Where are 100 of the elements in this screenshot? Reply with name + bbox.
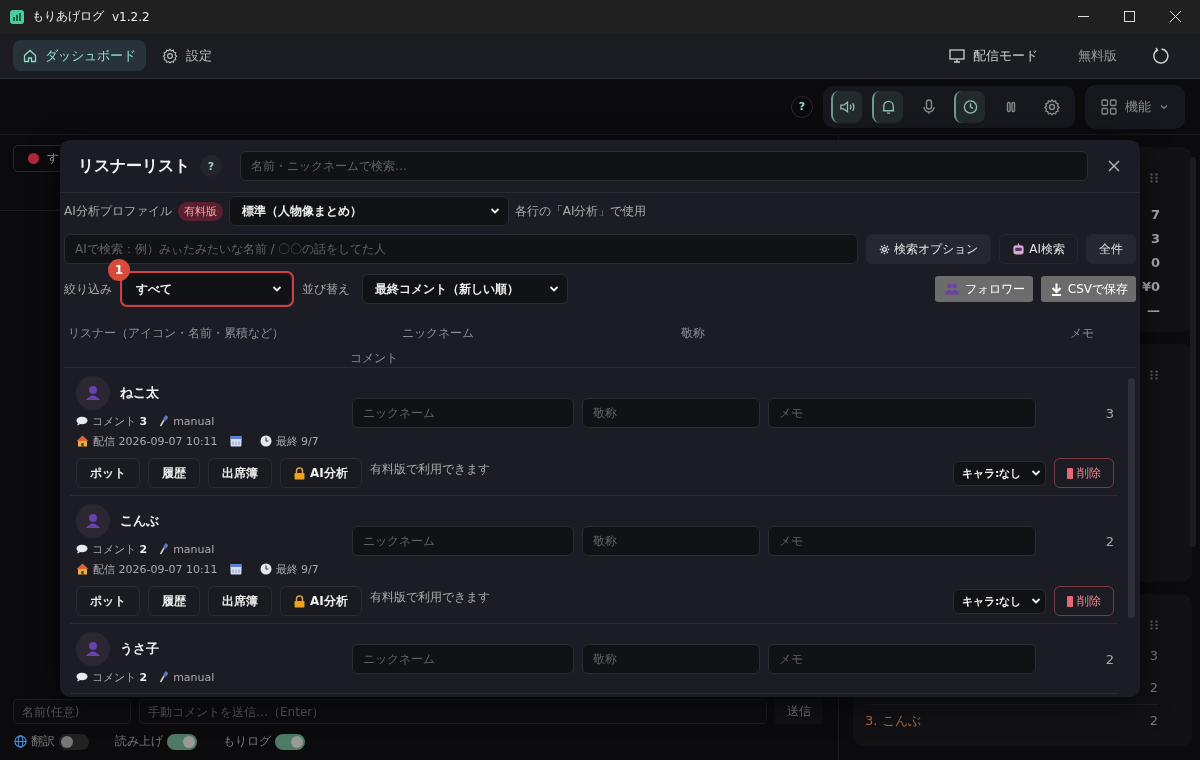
memo-field[interactable]: メモ: [768, 398, 1036, 428]
switch-label: 読み上げ: [115, 733, 163, 750]
trash-icon: [1067, 467, 1073, 479]
chevron-icon: [1031, 468, 1041, 478]
drag-handle-icon[interactable]: [1150, 370, 1158, 380]
toggle-switch[interactable]: [275, 733, 305, 750]
help-button[interactable]: ?: [200, 155, 222, 177]
profile-note: 各行の「AI分析」で使用: [514, 202, 647, 220]
refresh-icon[interactable]: [1151, 46, 1169, 65]
comment-count: コメント 2: [92, 541, 148, 557]
maximize-icon[interactable]: [1124, 11, 1135, 22]
nickname-field[interactable]: ニックネーム: [352, 526, 574, 556]
avatar: [76, 504, 110, 538]
app-logo-icon: [10, 9, 24, 24]
honorific-field[interactable]: 敬称: [582, 398, 760, 428]
plan-button[interactable]: 無料版: [1072, 45, 1123, 66]
last-comment-date: 最終 9/7: [275, 433, 319, 449]
speaker-toggle[interactable]: [831, 90, 862, 123]
stat-value: ¥0: [1141, 278, 1160, 296]
row-action-button[interactable]: 履歴: [148, 586, 200, 616]
stream-date: 配信 2026-09-07 10:11: [93, 561, 218, 577]
listener-name: うさ子: [120, 640, 159, 658]
speech-bubble-icon: [76, 672, 88, 682]
ranking-count: 3: [1149, 647, 1158, 665]
profile-label: AI分析プロファイル: [64, 202, 172, 220]
memo-field[interactable]: メモ: [768, 526, 1036, 556]
clock-icon: [259, 563, 272, 575]
speech-bubble-icon: [76, 416, 88, 426]
chevron-icon: [1031, 596, 1041, 606]
nav-tab[interactable]: 設定: [152, 40, 222, 71]
search-options-button[interactable]: 検索オプション: [866, 234, 992, 264]
speech-bubble-icon: [76, 544, 88, 554]
csv-save-button[interactable]: CSVで保存: [1040, 276, 1136, 302]
stat-value: 7: [1150, 206, 1160, 224]
row-action-button[interactable]: ポット: [76, 458, 140, 488]
bell-toggle[interactable]: [872, 90, 903, 123]
microphone-icon: [159, 415, 170, 427]
trash-icon: [1067, 595, 1073, 607]
comment-count: コメント 2: [92, 669, 148, 685]
settings-icon: [162, 47, 178, 64]
filter-select[interactable]: すべて: [123, 274, 291, 304]
paid-feature-note: 有料版で利用できます: [369, 461, 490, 478]
clock-toggle[interactable]: [954, 90, 985, 123]
nickname-field[interactable]: ニックネーム: [352, 398, 574, 428]
avatar: [76, 376, 110, 410]
delete-button[interactable]: 削除: [1054, 586, 1114, 616]
row-action-button[interactable]: 出席簿: [208, 586, 272, 616]
window-title: もりあげログ: [32, 8, 104, 25]
ranking-count: 2: [1149, 679, 1158, 697]
profile-select[interactable]: 標準（人物像まとめ）: [228, 196, 509, 226]
close-icon[interactable]: [1170, 11, 1181, 22]
toggle-switch[interactable]: [59, 733, 89, 750]
filter-label: 絞り込み: [64, 280, 112, 298]
toggle-switch[interactable]: [167, 733, 197, 750]
paid-badge: 有料版: [177, 201, 223, 221]
comment-total: 3: [1104, 405, 1115, 421]
row-action-button[interactable]: 出席簿: [208, 458, 272, 488]
close-icon[interactable]: [1108, 160, 1120, 172]
features-button[interactable]: 機能: [1085, 84, 1185, 129]
switch-label: 翻訳: [31, 733, 55, 750]
honorific-field[interactable]: 敬称: [582, 644, 760, 674]
robot-icon: [1012, 242, 1026, 256]
follower-button[interactable]: フォロワー: [934, 276, 1033, 302]
microphone-icon: [159, 543, 170, 555]
column-header: メモ: [1070, 325, 1094, 342]
drag-handle-icon[interactable]: [1150, 173, 1158, 183]
delete-button[interactable]: 削除: [1054, 458, 1114, 488]
nav-tab[interactable]: ダッシュボード: [13, 40, 146, 71]
comment-source: manual: [173, 542, 215, 556]
nickname-field[interactable]: ニックネーム: [352, 644, 574, 674]
column-header: リスナー（アイコン・名前・累積など）: [68, 325, 284, 342]
stat-value: 0: [1150, 254, 1160, 272]
download-icon: [1050, 282, 1062, 296]
stat-value: 3: [1150, 230, 1160, 248]
name-field[interactable]: 名前(任意): [13, 699, 131, 724]
row-action-button[interactable]: ポット: [76, 586, 140, 616]
chevron-icon: [272, 284, 282, 294]
paid-feature-note: 有料版で利用できます: [369, 589, 490, 606]
character-select[interactable]: キャラ:なし: [953, 460, 1046, 486]
sort-select[interactable]: 最終コメント（新しい順）: [362, 274, 568, 304]
row-action-button[interactable]: AI分析: [280, 586, 362, 616]
honorific-field[interactable]: 敬称: [582, 526, 760, 556]
chevron-icon: [549, 284, 559, 294]
avatar: [76, 632, 110, 666]
stream-mode-button[interactable]: 配信モード: [943, 45, 1044, 66]
row-action-button[interactable]: 履歴: [148, 458, 200, 488]
people-icon: [944, 283, 959, 295]
search-field[interactable]: 名前・ニックネームで検索…: [240, 151, 1088, 181]
column-header: コメント: [350, 350, 398, 367]
drag-handle-icon[interactable]: [1150, 620, 1158, 630]
row-action-button[interactable]: AI分析: [280, 458, 362, 488]
calendar-icon[interactable]: [229, 563, 242, 575]
calendar-icon[interactable]: [229, 435, 242, 447]
ai-search-button[interactable]: AI検索: [999, 234, 1078, 264]
comment-total: 2: [1104, 651, 1115, 667]
last-comment-date: 最終 9/7: [275, 561, 319, 577]
character-select[interactable]: キャラ:なし: [953, 588, 1046, 614]
microphone-icon: [159, 671, 170, 683]
memo-field[interactable]: メモ: [768, 644, 1036, 674]
show-all-button[interactable]: 全件: [1086, 234, 1136, 264]
